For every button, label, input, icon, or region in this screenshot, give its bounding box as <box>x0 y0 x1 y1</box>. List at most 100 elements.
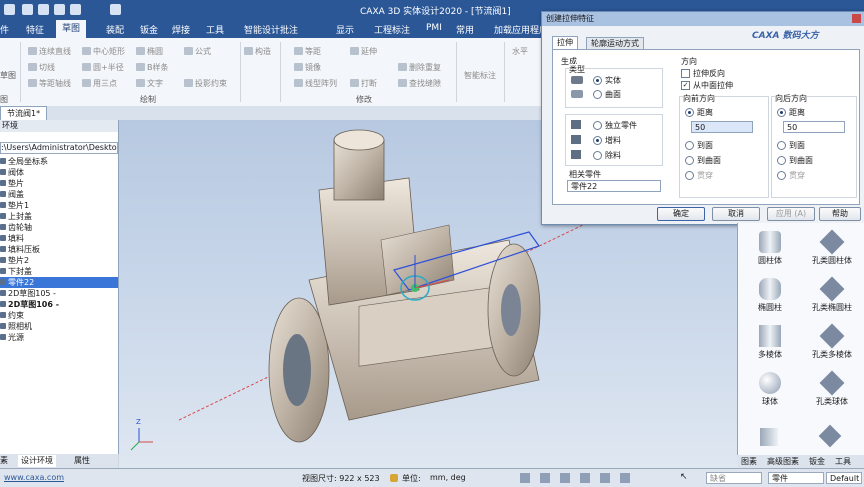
ribbon-break[interactable]: 打断 <box>350 78 377 89</box>
tree-item[interactable]: 下封盖 <box>0 266 118 277</box>
tree-item[interactable]: 上封盖 <box>0 211 118 222</box>
filter-select[interactable]: 缺省 <box>706 472 762 484</box>
forward-to-face-radio[interactable] <box>685 141 694 150</box>
redo-icon[interactable] <box>54 4 65 15</box>
tab-primitives[interactable]: 图素 <box>741 456 757 467</box>
tree-item[interactable]: 填料压板 <box>0 244 118 255</box>
ribbon-circle-radius[interactable]: 圆+半径 <box>82 62 124 73</box>
tree-item[interactable]: 2D草图105 - <box>0 288 118 299</box>
ribbon-linear-array[interactable]: 线型阵列 <box>294 78 337 89</box>
reverse-checkbox[interactable] <box>681 69 690 78</box>
status-tool-icon-5[interactable] <box>600 473 610 483</box>
ribbon-bspline[interactable]: B样条 <box>136 62 169 73</box>
ribbon-find-gap[interactable]: 查找缝隙 <box>398 78 441 89</box>
ok-button[interactable]: 确定 <box>657 207 705 221</box>
menu-item-addins[interactable]: 加载应用程序 <box>494 23 548 36</box>
tab-tools[interactable]: 工具 <box>835 456 851 467</box>
shape-cylinder[interactable]: 圆柱体 <box>740 231 800 266</box>
menu-item-tools[interactable]: 工具 <box>206 23 224 36</box>
undo-icon[interactable] <box>38 4 49 15</box>
tab-extrude[interactable]: 拉伸 <box>552 36 578 50</box>
part-select[interactable]: 零件 <box>768 472 824 484</box>
ribbon-construct[interactable]: 构造 <box>244 46 271 57</box>
tree-item[interactable]: 阀体 <box>0 167 118 178</box>
type-solid-radio[interactable] <box>593 76 602 85</box>
ribbon-three-point[interactable]: 用三点 <box>82 78 117 89</box>
tab-design-env[interactable]: 设计环境 <box>18 455 56 467</box>
menu-item-assembly[interactable]: 装配 <box>106 23 124 36</box>
forward-to-surface-radio[interactable] <box>685 156 694 165</box>
ribbon-polyline[interactable]: 连续直线 <box>28 46 71 57</box>
ribbon-remove-duplicates[interactable]: 删除重复 <box>398 62 441 73</box>
tree-item[interactable]: 垫片 <box>0 178 118 189</box>
ribbon-projection[interactable]: 投影约束 <box>184 78 227 89</box>
tree-item[interactable]: 填料 <box>0 233 118 244</box>
backward-to-face-radio[interactable] <box>777 141 786 150</box>
tab-properties[interactable]: 属性 <box>74 455 90 467</box>
default-select[interactable]: Default <box>826 472 862 484</box>
status-tool-icon[interactable] <box>520 473 530 483</box>
close-icon[interactable] <box>852 14 861 23</box>
status-tool-icon-6[interactable] <box>620 473 630 483</box>
ribbon-center-rect[interactable]: 中心矩形 <box>82 46 125 57</box>
forward-distance-radio[interactable] <box>685 108 694 117</box>
forward-through-radio[interactable] <box>685 171 694 180</box>
tree-item[interactable]: 2D草图106 - <box>0 299 118 310</box>
shape-hole-prism[interactable]: 孔类多棱体 <box>802 323 862 360</box>
hole-cone-icon[interactable] <box>818 424 842 448</box>
shape-elliptic-cylinder[interactable]: 椭圆柱 <box>740 278 800 313</box>
cone-icon[interactable] <box>760 428 778 446</box>
globe-icon[interactable] <box>110 4 121 15</box>
tree-item[interactable]: 光源 <box>0 332 118 343</box>
tree-item[interactable]: 约束 <box>0 310 118 321</box>
tab-advanced-primitives[interactable]: 高级图素 <box>767 456 799 467</box>
open-icon[interactable] <box>70 4 81 15</box>
menu-item-display[interactable]: 显示 <box>336 23 354 36</box>
status-tool-icon-4[interactable] <box>580 473 590 483</box>
type-surface-radio[interactable] <box>593 90 602 99</box>
ribbon-horizontal[interactable]: 水平 <box>512 46 528 57</box>
new-part-radio[interactable] <box>593 121 602 130</box>
add-material-radio[interactable] <box>593 136 602 145</box>
save-icon[interactable] <box>22 4 33 15</box>
menu-item-feature[interactable]: 特征 <box>26 23 44 36</box>
menu-item-dimension[interactable]: 工程标注 <box>374 23 410 36</box>
tree-item[interactable]: 阀盖 <box>0 189 118 200</box>
shape-prism[interactable]: 多棱体 <box>740 325 800 360</box>
document-tab[interactable]: 节流阀1* <box>0 106 48 121</box>
cursor-select-icon[interactable]: ↖ <box>680 472 690 483</box>
backward-distance-radio[interactable] <box>777 108 786 117</box>
midplane-checkbox[interactable]: ✓ <box>681 81 690 90</box>
remove-material-radio[interactable] <box>593 151 602 160</box>
ribbon-ellipse[interactable]: 椭圆 <box>136 46 163 57</box>
related-part-field[interactable]: 零件22 <box>567 180 661 192</box>
ribbon-offset[interactable]: 等距 <box>294 46 321 57</box>
help-button[interactable]: 帮助 <box>819 207 861 221</box>
backward-distance-input[interactable]: 50 <box>783 121 845 133</box>
ribbon-extend[interactable]: 延伸 <box>350 46 377 57</box>
status-tool-icon-3[interactable] <box>560 473 570 483</box>
status-tool-icon-2[interactable] <box>540 473 550 483</box>
ribbon-mirror[interactable]: 镜像 <box>294 62 321 73</box>
ribbon-smart-dimension[interactable]: 智能标注 <box>464 70 496 81</box>
cancel-button[interactable]: 取消 <box>712 207 760 221</box>
backward-through-radio[interactable] <box>777 171 786 180</box>
menu-item-smart-annotation[interactable]: 智能设计批注 <box>244 23 298 36</box>
menu-item-sketch[interactable]: 草图 <box>56 20 87 38</box>
apply-button[interactable]: 应用 (A) <box>767 207 815 221</box>
menu-item-sheetmetal[interactable]: 钣金 <box>140 23 158 36</box>
ribbon-text[interactable]: 文字 <box>136 78 163 89</box>
tree-item[interactable]: 零件22 <box>0 277 118 288</box>
shape-hole-sphere[interactable]: 孔类球体 <box>802 370 862 407</box>
tab-elements[interactable]: 素 <box>0 455 8 467</box>
shape-sphere[interactable]: 球体 <box>740 372 800 407</box>
backward-to-surface-radio[interactable] <box>777 156 786 165</box>
menu-item-0[interactable]: 件 <box>0 23 9 36</box>
shape-hole-elliptic-cylinder[interactable]: 孔类椭圆柱 <box>802 276 862 313</box>
tree-item[interactable]: 垫片1 <box>0 200 118 211</box>
tree-item[interactable]: 垫片2 <box>0 255 118 266</box>
shape-hole-cylinder[interactable]: 孔类圆柱体 <box>802 229 862 266</box>
menu-item-pmi[interactable]: PMI <box>426 23 442 33</box>
ribbon-tangent[interactable]: 切线 <box>28 62 55 73</box>
forward-distance-input[interactable]: 50 <box>691 121 753 133</box>
